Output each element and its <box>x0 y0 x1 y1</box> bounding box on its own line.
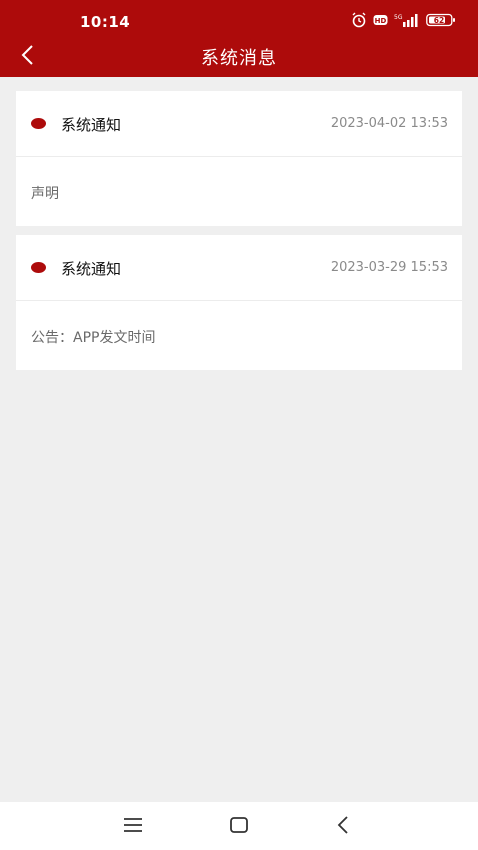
message-card[interactable]: 系统通知 2023-04-02 13:53 声明 <box>16 91 462 226</box>
alarm-icon <box>351 12 367 28</box>
message-list: 系统通知 2023-04-02 13:53 声明 系统通知 2023-03-29… <box>16 91 462 379</box>
message-content: 声明 <box>31 186 59 202</box>
message-time: 2023-03-29 15:53 <box>330 260 448 275</box>
nav-back-button[interactable] <box>328 814 358 840</box>
message-title: 系统通知 <box>61 260 122 278</box>
battery-icon: 62 <box>426 13 456 27</box>
svg-text:62: 62 <box>434 16 444 25</box>
message-header: 系统通知 2023-03-29 15:53 <box>16 235 462 301</box>
hd-icon: HD <box>373 14 388 26</box>
system-nav-bar <box>0 802 478 850</box>
page-title: 系统消息 <box>201 48 277 69</box>
status-time: 10:14 <box>80 13 131 31</box>
network-type-label: 5G <box>394 14 403 21</box>
unread-dot-icon <box>31 118 46 129</box>
title-bar: 系统消息 <box>0 40 478 77</box>
menu-icon <box>123 817 143 837</box>
status-icons: HD 5G 62 <box>351 12 456 28</box>
signal-icon: 5G <box>394 12 420 28</box>
home-button[interactable] <box>224 814 254 840</box>
message-time: 2023-04-02 13:53 <box>330 116 448 131</box>
home-icon <box>229 816 249 838</box>
message-card[interactable]: 系统通知 2023-03-29 15:53 公告：APP发文时间 <box>16 235 462 370</box>
message-body: 声明 <box>16 157 462 226</box>
back-icon <box>336 815 350 839</box>
message-header: 系统通知 2023-04-02 13:53 <box>16 91 462 157</box>
message-content: 公告：APP发文时间 <box>31 330 156 346</box>
message-title: 系统通知 <box>61 116 122 134</box>
status-bar: 10:14 HD 5G 62 <box>0 0 478 40</box>
menu-button[interactable] <box>118 814 148 840</box>
message-body: 公告：APP发文时间 <box>16 301 462 370</box>
svg-text:HD: HD <box>375 17 387 25</box>
unread-dot-icon <box>31 262 46 273</box>
